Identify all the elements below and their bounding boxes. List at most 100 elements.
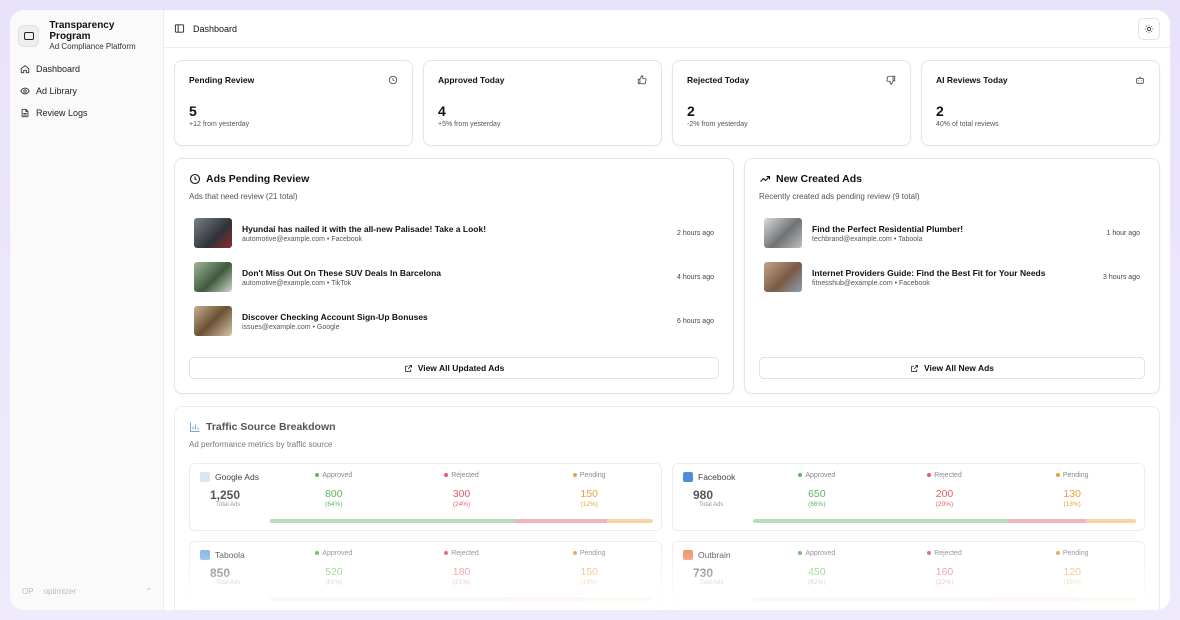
source-name: Google Ads xyxy=(215,472,259,482)
metric-pct: (18%) xyxy=(580,579,598,586)
list-item[interactable]: Don't Miss Out On These SUV Deals In Bar… xyxy=(189,255,719,299)
stat-label: Pending Review xyxy=(189,75,255,85)
metric-label: Rejected xyxy=(451,472,479,479)
stat-change: +12 from yesterday xyxy=(189,121,250,128)
sun-icon xyxy=(1144,24,1154,33)
metric-label: Rejected xyxy=(934,550,962,557)
metric-value: 150 xyxy=(580,566,598,578)
ad-meta: fitnesshub@example.com • Facebook xyxy=(812,279,930,287)
metric-pct: (21%) xyxy=(452,579,471,586)
source-total-label: Total Ads xyxy=(216,502,241,508)
view-all-updated-ads-button[interactable]: View All Updated Ads xyxy=(189,357,719,379)
source-card-taboola: Taboola 850 Total Ads Approved 520 (61%) R… xyxy=(189,541,662,609)
metric-label: Approved xyxy=(322,550,353,557)
status-bar xyxy=(753,519,1136,523)
user-menu[interactable]: OP optimizer ⌃ xyxy=(22,587,152,596)
bot-icon xyxy=(1136,76,1144,84)
traffic-source-panel: Traffic Source Breakdown Ad performance … xyxy=(174,406,1160,610)
bar-pending xyxy=(1074,597,1136,601)
ad-time: 4 hours ago xyxy=(677,273,714,281)
metric-pending: Pending 120 (16%) xyxy=(1008,550,1136,600)
external-link-icon xyxy=(911,364,918,372)
metric-pct: (24%) xyxy=(452,501,471,508)
list-item[interactable]: Internet Providers Guide: Find the Best … xyxy=(759,255,1145,299)
metric-label: Rejected xyxy=(451,550,479,557)
ad-meta: automotive@example.com • Facebook xyxy=(242,235,363,243)
clock-icon xyxy=(388,75,398,85)
metric-value: 450 xyxy=(808,566,826,578)
stat-label: AI Reviews Today xyxy=(936,75,1008,85)
metric-label: Pending xyxy=(579,472,606,479)
list-item[interactable]: Discover Checking Account Sign-Up Bonuse… xyxy=(189,299,719,343)
panel-title: New Created Ads xyxy=(759,173,1145,185)
ad-time: 3 hours ago xyxy=(1103,273,1140,281)
view-all-new-ads-button[interactable]: View All New Ads xyxy=(759,357,1145,379)
file-text-icon xyxy=(21,108,29,118)
source-total-label: Total Ads xyxy=(216,580,241,586)
metric-value: 130 xyxy=(1063,488,1081,500)
metric-pending: Pending 150 (18%) xyxy=(525,550,653,600)
metric-rejected: Rejected 160 (22%) xyxy=(881,550,1009,600)
app-logo-icon xyxy=(18,25,40,47)
sidebar-toggle-icon[interactable] xyxy=(174,23,185,34)
ad-time: 1 hour ago xyxy=(1106,229,1140,237)
source-metrics: Approved 450 (62%) Rejected 160 (22%) Pendin… xyxy=(753,550,1136,601)
bar-pending xyxy=(607,519,653,523)
metric-value: 300 xyxy=(452,488,471,500)
list-item[interactable]: Hyundai has nailed it with the all-new P… xyxy=(189,211,719,255)
new-ads-title: New Created Ads xyxy=(776,173,862,185)
source-card-facebook: Facebook 980 Total Ads Approved 650 (66%) … xyxy=(672,463,1145,531)
new-ads-panel: New Created Ads Recently created ads pen… xyxy=(744,158,1160,394)
new-ads-subtitle: Recently created ads pending review (9 t… xyxy=(759,192,920,201)
list-item[interactable]: Find the Perfect Residential Plumber! te… xyxy=(759,211,1145,255)
metric-label: Approved xyxy=(805,472,836,479)
metric-pct: (66%) xyxy=(808,501,826,508)
metric-approved: Approved 520 (61%) xyxy=(270,550,398,600)
stat-value: 4 xyxy=(438,103,446,119)
external-link-icon xyxy=(404,364,412,372)
status-bar xyxy=(270,519,653,523)
source-metrics: Approved 520 (61%) Rejected 180 (21%) Pendin… xyxy=(270,550,653,601)
ad-meta: techbrand@example.com • Taboola xyxy=(812,235,923,243)
sidebar-item-ad-library[interactable]: Ad Library xyxy=(10,80,163,102)
metric-rejected: Rejected 300 (24%) xyxy=(398,472,526,522)
ads-row: Ads Pending Review Ads that need review … xyxy=(174,158,1160,394)
sidebar-item-dashboard[interactable]: Dashboard xyxy=(10,58,163,80)
ad-thumbnail xyxy=(194,306,232,336)
source-total: 980 xyxy=(693,488,714,502)
metric-label: Pending xyxy=(1062,472,1089,479)
bar-pending xyxy=(584,597,653,601)
stat-card-pending: Pending Review 5 +12 from yesterday xyxy=(174,60,413,146)
bar-rejected xyxy=(503,597,585,601)
source-card-google-ads: Google Ads 1,250 Total Ads Approved 800 (6… xyxy=(189,463,662,531)
metric-pct: (62%) xyxy=(808,579,826,586)
sidebar-item-label: Ad Library xyxy=(36,86,78,96)
metric-value: 800 xyxy=(325,488,343,500)
bar-chart-icon xyxy=(190,422,200,432)
pending-title: Ads Pending Review xyxy=(206,173,310,185)
brand[interactable]: Transparency Program Ad Compliance Platf… xyxy=(10,10,163,52)
bar-rejected xyxy=(990,597,1075,601)
pending-ads-panel: Ads Pending Review Ads that need review … xyxy=(174,158,734,394)
theme-toggle-button[interactable] xyxy=(1138,17,1160,40)
thumbs-up-icon xyxy=(637,75,647,85)
sidebar-nav: Dashboard Ad Library Review Logs xyxy=(10,58,163,124)
metric-label: Pending xyxy=(1062,550,1089,557)
bar-rejected xyxy=(515,519,608,523)
metric-approved: Approved 800 (64%) xyxy=(270,472,398,522)
sidebar-item-label: Review Logs xyxy=(36,108,88,118)
source-total: 730 xyxy=(693,566,714,580)
metric-pct: (61%) xyxy=(325,579,343,586)
button-label: View All Updated Ads xyxy=(417,363,505,373)
metric-approved: Approved 650 (66%) xyxy=(753,472,881,522)
bar-rejected xyxy=(1008,519,1086,523)
bar-approved xyxy=(270,597,504,601)
pending-subtitle: Ads that need review (21 total) xyxy=(189,192,298,201)
metric-label: Approved xyxy=(805,550,836,557)
stat-label: Approved Today xyxy=(438,75,505,85)
metric-value: 520 xyxy=(325,566,343,578)
top-bar: Dashboard xyxy=(164,10,1170,48)
clock-icon xyxy=(189,173,201,185)
metric-value: 160 xyxy=(935,566,954,578)
sidebar-item-review-logs[interactable]: Review Logs xyxy=(10,102,163,124)
